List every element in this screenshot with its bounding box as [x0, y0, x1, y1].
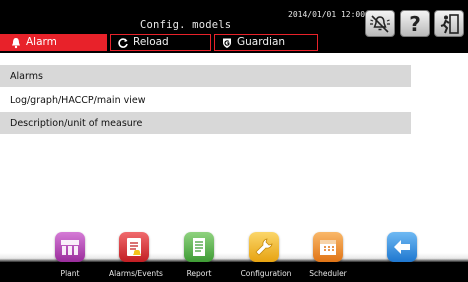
- nav-back-button[interactable]: [387, 232, 417, 262]
- exit-button[interactable]: [434, 10, 464, 37]
- header-bar: Config. models 2014/01/01 12:00 Alarm Re…: [0, 0, 468, 53]
- tab-guardian[interactable]: Guardian: [214, 34, 318, 51]
- alarm-bell-off-icon: [370, 14, 390, 33]
- nav-plant-button[interactable]: [55, 232, 85, 262]
- tab-reload-label: Reload: [133, 36, 169, 48]
- tab-reload[interactable]: Reload: [110, 34, 211, 51]
- plant-icon: [61, 240, 79, 255]
- menu-item-description-unit[interactable]: Description/unit of measure: [0, 112, 411, 134]
- wrench-icon: [255, 238, 273, 256]
- help-icon: ?: [409, 11, 421, 36]
- guardian-icon: [223, 38, 231, 48]
- calendar-icon: [320, 240, 336, 255]
- alarms-events-icon: [127, 238, 141, 256]
- nav-scheduler-button[interactable]: [313, 232, 343, 262]
- page-title: Config. models: [140, 19, 232, 31]
- nav-report-button[interactable]: [184, 232, 214, 262]
- reload-icon: [118, 37, 128, 48]
- help-button[interactable]: ?: [400, 10, 430, 37]
- menu-item-label: Log/graph/HACCP/main view: [10, 94, 146, 106]
- menu-item-label: Description/unit of measure: [10, 117, 143, 129]
- nav-alarms-events-button[interactable]: [119, 232, 149, 262]
- menu-item-log-graph[interactable]: Log/graph/HACCP/main view: [0, 89, 411, 111]
- back-arrow-icon: [394, 240, 410, 254]
- menu-item-alarms[interactable]: Alarms: [0, 65, 411, 87]
- tab-alarm[interactable]: Alarm: [0, 34, 107, 51]
- nav-configuration-button[interactable]: [249, 232, 279, 262]
- tab-guardian-label: Guardian: [237, 36, 286, 48]
- bell-icon: [12, 37, 20, 48]
- report-icon: [193, 238, 205, 256]
- nav-scheduler-label: Scheduler: [309, 269, 347, 278]
- tab-alarm-label: Alarm: [26, 36, 57, 48]
- datetime-display: 2014/01/01 12:00: [288, 10, 366, 19]
- exit-icon: [440, 13, 459, 34]
- menu-item-label: Alarms: [10, 70, 43, 82]
- alarm-mute-button[interactable]: [365, 10, 395, 37]
